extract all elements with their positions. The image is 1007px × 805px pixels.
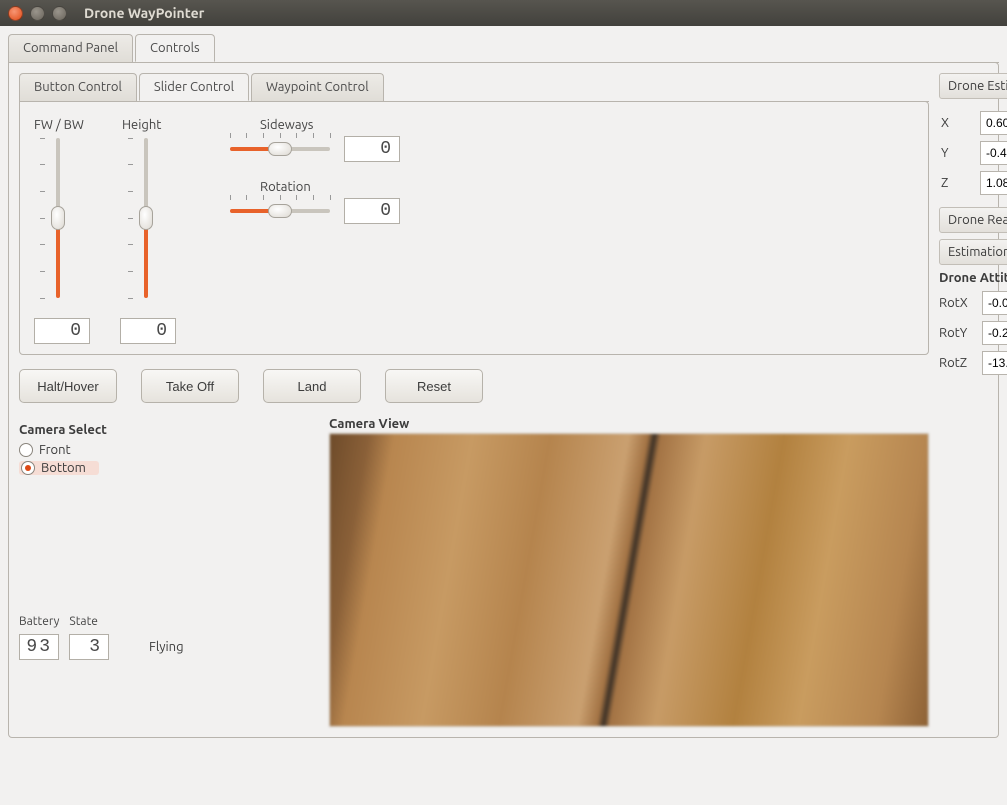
rotation-label: Rotation xyxy=(260,180,430,194)
takeoff-button[interactable]: Take Off xyxy=(141,369,239,403)
roty-label: RotY xyxy=(939,326,982,340)
fwbw-slider[interactable] xyxy=(46,138,70,298)
roty-input[interactable] xyxy=(982,321,1007,345)
slider-control-panel: FW / BW xyxy=(19,101,929,355)
tab-command-panel[interactable]: Command Panel xyxy=(8,34,133,62)
pose-x-label: X xyxy=(941,116,980,130)
sideways-label: Sideways xyxy=(260,118,430,132)
pose-z-label: Z xyxy=(941,176,980,190)
real-pose-header[interactable]: Drone Real Pose xyxy=(939,207,1007,233)
camera-front-label: Front xyxy=(39,443,71,457)
rotx-input[interactable] xyxy=(982,291,1007,315)
camera-bottom-label: Bottom xyxy=(41,461,86,475)
estimation-error-header[interactable]: Estimation Error xyxy=(939,239,1007,265)
rotz-input[interactable] xyxy=(982,351,1007,375)
camera-select-title: Camera Select xyxy=(19,423,319,437)
sideways-slider[interactable] xyxy=(230,139,330,159)
pose-y-input[interactable] xyxy=(980,141,1007,165)
state-label: State xyxy=(69,615,97,628)
sub-tabbar: Button Control Slider Control Waypoint C… xyxy=(19,73,929,102)
land-button[interactable]: Land xyxy=(263,369,361,403)
window-minimize-icon[interactable] xyxy=(30,6,45,21)
fwbw-label: FW / BW xyxy=(34,118,114,132)
titlebar: Drone WayPointer xyxy=(0,0,1007,26)
camera-radio-bottom[interactable]: Bottom xyxy=(19,461,99,475)
camera-view-title: Camera View xyxy=(329,417,929,431)
top-tabbar: Command Panel Controls xyxy=(8,34,999,63)
state-value: 3 xyxy=(69,634,109,660)
window-close-icon[interactable] xyxy=(8,6,23,21)
battery-label: Battery xyxy=(19,615,59,628)
height-slider[interactable] xyxy=(134,138,158,298)
tab-controls[interactable]: Controls xyxy=(135,34,215,62)
rotx-label: RotX xyxy=(939,296,982,310)
rotation-value: 0 xyxy=(344,198,400,224)
rotation-slider[interactable] xyxy=(230,201,330,221)
pose-y-label: Y xyxy=(941,146,980,160)
state-text: Flying xyxy=(149,640,184,654)
pose-x-input[interactable] xyxy=(980,111,1007,135)
pose-z-input[interactable] xyxy=(980,171,1007,195)
camera-viewport xyxy=(329,433,929,727)
estimated-pose-header[interactable]: Drone Estimated Pose xyxy=(939,73,1007,99)
window-title: Drone WayPointer xyxy=(84,5,204,21)
rotz-label: RotZ xyxy=(939,356,982,370)
radio-icon-selected xyxy=(21,461,35,475)
sideways-value: 0 xyxy=(344,136,400,162)
height-value: 0 xyxy=(120,318,176,344)
camera-radio-front[interactable]: Front xyxy=(19,443,319,457)
battery-value: 93 xyxy=(19,634,59,660)
radio-icon xyxy=(19,443,33,457)
height-label: Height xyxy=(122,118,202,132)
tab-slider-control[interactable]: Slider Control xyxy=(139,73,249,101)
tab-button-control[interactable]: Button Control xyxy=(19,73,137,101)
attitude-title: Drone Attitude xyxy=(939,271,1007,285)
fwbw-value: 0 xyxy=(34,318,90,344)
window-maximize-icon[interactable] xyxy=(52,6,67,21)
controls-panel: Button Control Slider Control Waypoint C… xyxy=(8,62,999,738)
reset-button[interactable]: Reset xyxy=(385,369,483,403)
tab-waypoint-control[interactable]: Waypoint Control xyxy=(251,73,384,101)
halt-hover-button[interactable]: Halt/Hover xyxy=(19,369,117,403)
